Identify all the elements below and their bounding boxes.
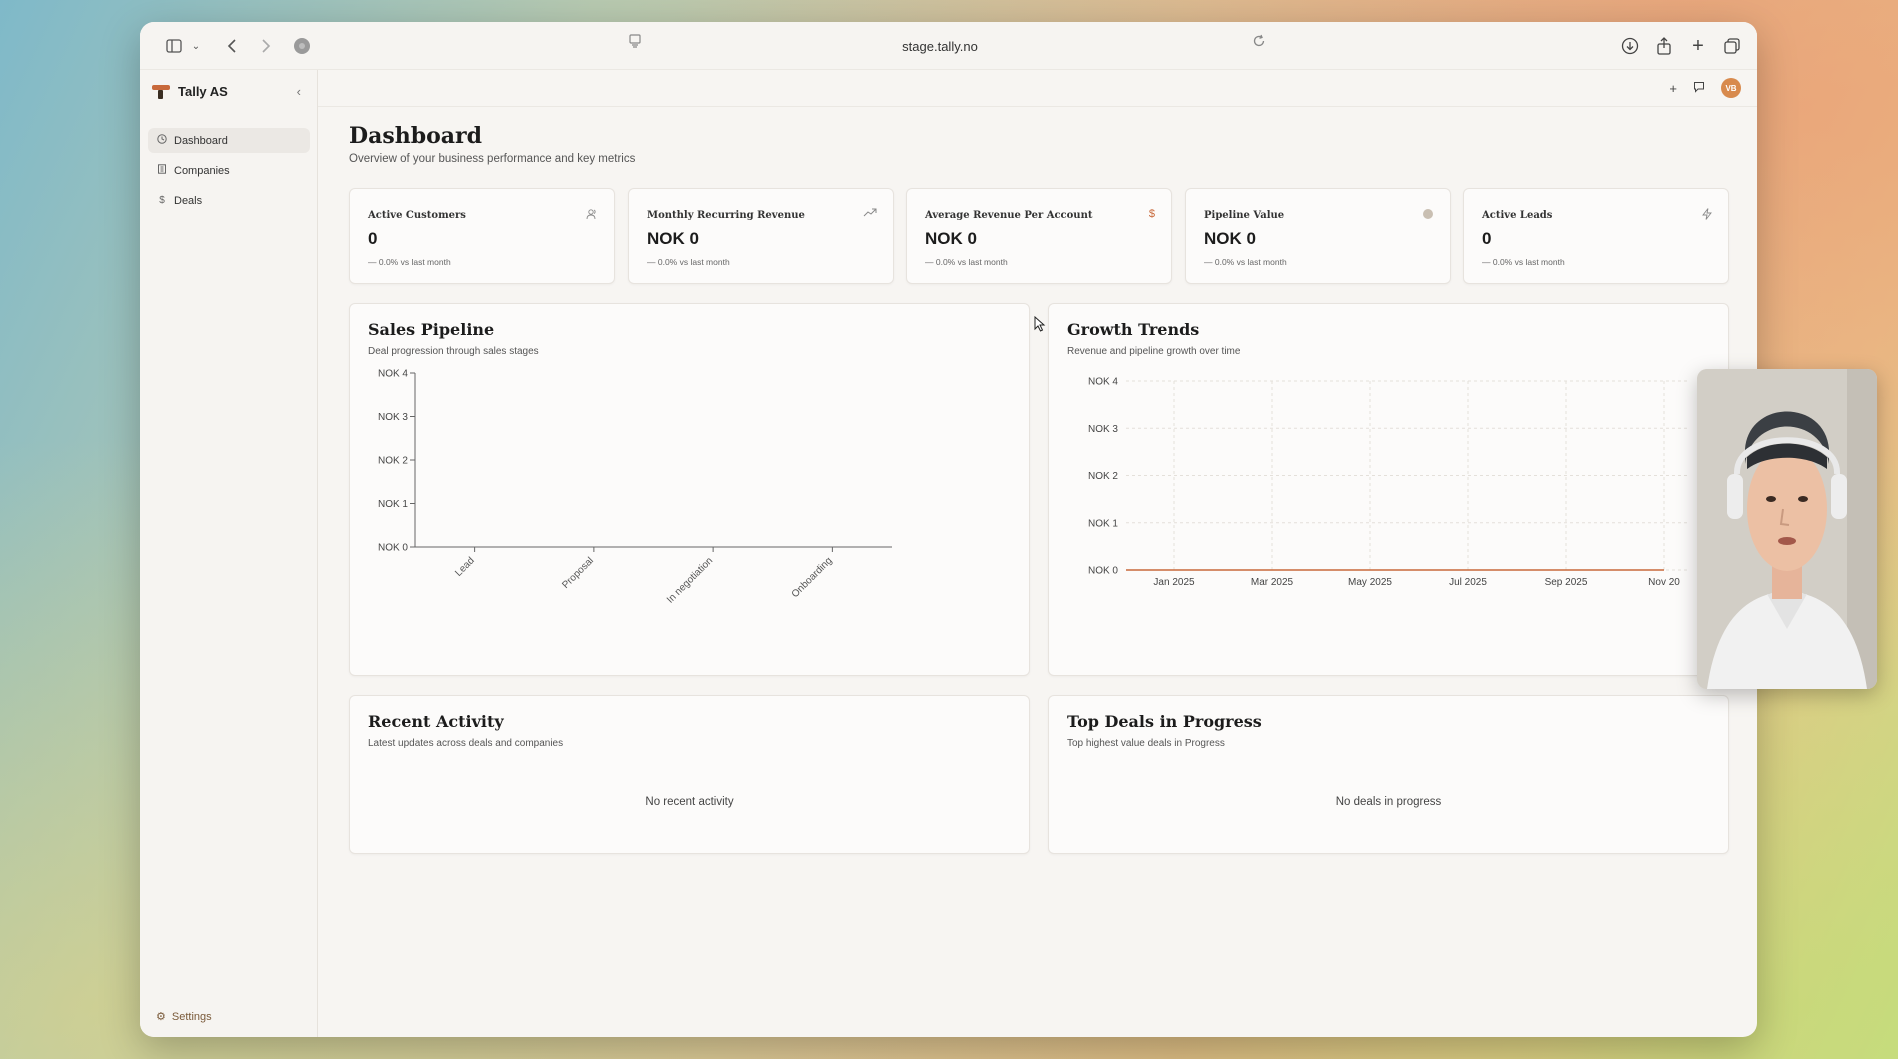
kpi-value: 0 [1482, 229, 1492, 248]
building-icon [156, 164, 168, 177]
address-bar[interactable]: stage.tally.no [620, 30, 1260, 62]
kpi-change: — 0.0% vs last month [647, 257, 730, 267]
reload-icon[interactable] [1252, 34, 1266, 51]
kpi-card-active-leads: Active Leads 0 — 0.0% vs last month [1463, 188, 1729, 284]
growth-trends-chart: NOK 0 NOK 1 NOK 2 NOK 3 NOK 4 Jan 2025 Mar 202… [1088, 377, 1689, 588]
avatar[interactable]: VB [1721, 78, 1741, 98]
x-tick-label: Jan 2025 [1153, 577, 1195, 588]
empty-state: No recent activity [645, 796, 734, 808]
empty-state: No deals in progress [1335, 796, 1442, 808]
panel-subtitle: Top highest value deals in Progress [1067, 738, 1225, 749]
y-tick-label: NOK 4 [1088, 377, 1118, 388]
clock-icon [156, 134, 168, 147]
dollar-icon: $ [159, 195, 165, 206]
sidebar-toggle-icon[interactable] [162, 34, 186, 58]
browser-window: ⌄ stage.tally.no + Tally AS ‹ Dashboard … [140, 22, 1757, 1037]
brand[interactable]: Tally AS [152, 84, 228, 99]
app-topbar-actions: + VB [1669, 78, 1741, 98]
kpi-change: — 0.0% vs last month [368, 257, 451, 267]
y-tick-label: NOK 0 [1088, 566, 1118, 577]
dollar-icon: $ [1148, 208, 1155, 220]
users-icon [586, 208, 598, 223]
download-icon[interactable] [1618, 34, 1642, 58]
main-content: Dashboard Overview of your business perf… [318, 106, 1757, 1037]
kpi-value: NOK 0 [1204, 229, 1256, 248]
x-tick-label: Nov 20 [1648, 577, 1680, 588]
chevron-down-icon[interactable]: ⌄ [184, 34, 208, 58]
y-tick-label: NOK 3 [378, 412, 408, 423]
recent-activity-card: Recent Activity Latest updates across de… [349, 695, 1030, 854]
kpi-label: Monthly Recurring Revenue [647, 210, 805, 221]
share-icon[interactable] [1652, 34, 1676, 58]
kpi-card-mrr: Monthly Recurring Revenue NOK 0 — 0.0% v… [628, 188, 894, 284]
page-subtitle: Overview of your business performance an… [349, 153, 636, 165]
add-icon[interactable]: + [1669, 81, 1677, 96]
kpi-card-arpa: Average Revenue Per Account $ NOK 0 — 0.… [906, 188, 1172, 284]
presenter-video-image [1697, 369, 1877, 689]
x-tick-label: Sep 2025 [1545, 577, 1588, 588]
kpi-card-active-customers: Active Customers 0 — 0.0% vs last month [349, 188, 615, 284]
y-tick-label: NOK 3 [1088, 424, 1118, 435]
kpi-change: — 0.0% vs last month [1482, 257, 1565, 267]
browser-toolbar: ⌄ stage.tally.no + [140, 22, 1757, 70]
x-tick-label: Mar 2025 [1251, 577, 1294, 588]
x-tick-label: Onboarding [790, 555, 835, 600]
x-tick-label: Lead [453, 555, 477, 579]
x-tick-label: Jul 2025 [1449, 577, 1487, 588]
y-tick-label: NOK 1 [378, 499, 408, 510]
panel-title: Top Deals in Progress [1067, 712, 1262, 731]
x-tick-label: May 2025 [1348, 577, 1392, 588]
webcam-overlay [1697, 369, 1877, 689]
comment-icon[interactable] [1693, 81, 1705, 96]
y-tick-label: NOK 1 [1088, 518, 1118, 529]
y-tick-label: NOK 0 [378, 543, 408, 554]
sidebar-item-deals[interactable]: $ Deals [148, 188, 310, 213]
sidebar-item-companies[interactable]: Companies [148, 158, 310, 183]
tally-logo-icon [152, 84, 170, 99]
kpi-change: — 0.0% vs last month [925, 257, 1008, 267]
sidebar-item-label: Companies [174, 164, 230, 177]
kpi-value: 0 [368, 229, 378, 248]
mouse-cursor-icon [1034, 316, 1046, 332]
x-tick-label: In negotiation [665, 555, 715, 605]
kpi-card-pipeline-value: Pipeline Value NOK 0 — 0.0% vs last mont… [1185, 188, 1451, 284]
kpi-label: Active Leads [1482, 210, 1553, 221]
sales-pipeline-card: Sales Pipeline Deal progression through … [349, 303, 1030, 676]
sidebar-item-dashboard[interactable]: Dashboard [148, 128, 310, 153]
kpi-value: NOK 0 [647, 229, 699, 248]
settings-label: Settings [171, 1010, 212, 1023]
sidebar-item-label: Deals [174, 194, 203, 207]
sidebar-nav: Dashboard Companies $ Deals [148, 128, 310, 218]
brand-name: Tally AS [178, 84, 228, 99]
kpi-label: Active Customers [368, 210, 466, 221]
kpi-value: NOK 0 [925, 229, 977, 248]
sidebar-item-settings[interactable]: ⚙ Settings [156, 1010, 212, 1024]
panel-subtitle: Latest updates across deals and companie… [368, 738, 564, 749]
circle-icon [1422, 208, 1434, 223]
growth-trends-card: Growth Trends Revenue and pipeline growt… [1048, 303, 1729, 676]
y-tick-label: NOK 4 [378, 369, 408, 380]
y-tick-label: NOK 2 [378, 456, 408, 467]
app-sidebar: Tally AS ‹ Dashboard Companies $ Deals ⚙… [140, 70, 318, 1037]
kpi-label: Average Revenue Per Account [925, 210, 1093, 221]
back-icon[interactable] [220, 34, 244, 58]
y-tick-label: NOK 2 [1088, 471, 1118, 482]
gear-icon: ⚙ [156, 1011, 166, 1023]
panel-title: Recent Activity [368, 712, 504, 731]
page-title: Dashboard [349, 123, 482, 149]
tabs-overview-icon[interactable] [1720, 34, 1744, 58]
kpi-label: Pipeline Value [1204, 210, 1285, 221]
new-tab-icon[interactable]: + [1686, 34, 1710, 58]
top-deals-card: Top Deals in Progress Top highest value … [1048, 695, 1729, 854]
collapse-sidebar-icon[interactable]: ‹ [297, 84, 301, 99]
extension-icon[interactable] [290, 34, 314, 58]
sales-pipeline-chart: NOK 0 NOK 1 NOK 2 NOK 3 NOK 4 Lead Proposal In … [378, 369, 892, 606]
trending-up-icon [863, 208, 877, 221]
zap-icon [1702, 208, 1712, 223]
sidebar-item-label: Dashboard [174, 134, 228, 147]
x-tick-label: Proposal [560, 555, 596, 591]
kpi-change: — 0.0% vs last month [1204, 257, 1287, 267]
forward-icon[interactable] [254, 34, 278, 58]
